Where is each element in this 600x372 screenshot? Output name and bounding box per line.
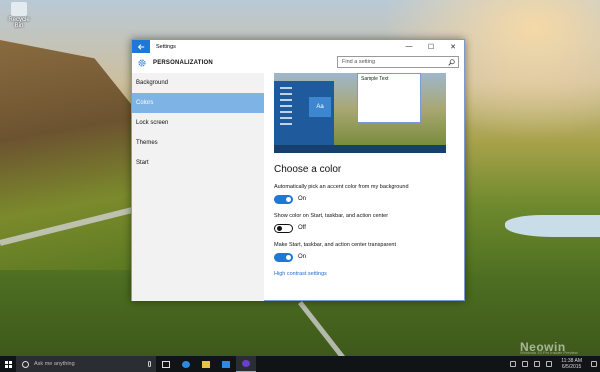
main-content: Aa Sample Text Choose a color Automatica… xyxy=(264,73,464,301)
volume-icon[interactable] xyxy=(534,361,541,367)
toggle-state-text: On xyxy=(298,254,307,260)
start-button[interactable] xyxy=(0,356,16,372)
task-view-button[interactable] xyxy=(156,356,176,372)
transparency-toggle[interactable] xyxy=(274,253,293,262)
minimize-button[interactable]: — xyxy=(398,40,420,53)
color-preview: Aa Sample Text xyxy=(274,73,446,153)
sidebar-item-start[interactable]: Start xyxy=(132,153,264,173)
high-contrast-link[interactable]: High contrast settings xyxy=(274,271,327,277)
notification-icon[interactable] xyxy=(546,361,553,367)
cortana-placeholder: Ask me anything xyxy=(34,361,75,367)
windows-logo-icon xyxy=(4,360,12,368)
search-input[interactable]: Find a setting xyxy=(337,56,459,68)
back-arrow-icon xyxy=(137,43,145,50)
section-title: Choose a color xyxy=(274,164,342,175)
edge-taskbar-button[interactable] xyxy=(176,356,196,372)
settings-app-icon xyxy=(242,360,250,367)
preview-sample-text: Sample Text xyxy=(361,76,389,82)
action-center-icon[interactable] xyxy=(591,361,597,367)
system-tray: 11:38 AM 6/5/2015 xyxy=(507,358,600,370)
toggle-state-text: Off xyxy=(298,225,306,231)
sidebar-item-colors[interactable]: Colors xyxy=(132,93,264,113)
preview-tile: Aa xyxy=(309,97,331,117)
clock-date: 6/5/2015 xyxy=(561,364,582,370)
title-bar[interactable]: Settings — ☐ ✕ xyxy=(132,40,464,53)
recycle-bin-icon xyxy=(11,2,27,16)
network-icon[interactable] xyxy=(522,361,529,367)
sidebar-item-background[interactable]: Background xyxy=(132,73,264,93)
back-button[interactable] xyxy=(132,40,150,53)
store-taskbar-button[interactable] xyxy=(216,356,236,372)
close-button[interactable]: ✕ xyxy=(442,40,464,53)
preview-taskbar xyxy=(274,145,446,153)
folder-icon xyxy=(202,360,210,368)
option-label-auto-accent: Automatically pick an accent color from … xyxy=(274,184,409,190)
explorer-taskbar-button[interactable] xyxy=(196,356,216,372)
edge-icon xyxy=(182,360,190,368)
settings-taskbar-button[interactable] xyxy=(236,356,256,372)
cortana-search-box[interactable]: Ask me anything xyxy=(16,356,156,372)
gear-icon xyxy=(138,59,146,67)
cortana-icon xyxy=(22,360,29,368)
task-view-icon xyxy=(162,360,170,368)
search-icon[interactable] xyxy=(448,58,455,66)
recycle-bin-desktop-icon[interactable]: Recycle Bin xyxy=(4,2,34,29)
preview-window: Sample Text xyxy=(357,73,421,123)
show-color-toggle[interactable] xyxy=(274,224,293,233)
watermark-subtitle: Windows 10 Pro Insider Preview xyxy=(520,350,578,355)
chevron-up-icon[interactable] xyxy=(510,361,517,367)
option-label-show-color: Show color on Start, taskbar, and action… xyxy=(274,213,389,219)
recycle-bin-label: Recycle Bin xyxy=(8,17,30,29)
taskbar: Ask me anything 11:38 AM 6/5/2015 xyxy=(0,356,600,372)
option-label-transparent: Make Start, taskbar, and action center t… xyxy=(274,242,396,248)
preview-start-menu: Aa xyxy=(274,81,334,145)
sidebar: Background Colors Lock screen Themes Sta… xyxy=(132,73,264,301)
search-placeholder: Find a setting xyxy=(342,59,376,65)
wallpaper-lake xyxy=(505,215,600,237)
store-icon xyxy=(222,360,230,368)
auto-accent-toggle[interactable] xyxy=(274,195,293,204)
settings-window: Settings — ☐ ✕ PERSONALIZATION Find a se… xyxy=(131,39,465,301)
clock[interactable]: 11:38 AM 6/5/2015 xyxy=(561,358,582,370)
sidebar-item-lock-screen[interactable]: Lock screen xyxy=(132,113,264,133)
window-title: Settings xyxy=(156,43,176,50)
maximize-button[interactable]: ☐ xyxy=(420,40,442,53)
sidebar-item-themes[interactable]: Themes xyxy=(132,133,264,153)
page-title: PERSONALIZATION xyxy=(153,60,213,66)
microphone-icon[interactable] xyxy=(148,361,151,367)
toggle-state-text: On xyxy=(298,196,307,202)
